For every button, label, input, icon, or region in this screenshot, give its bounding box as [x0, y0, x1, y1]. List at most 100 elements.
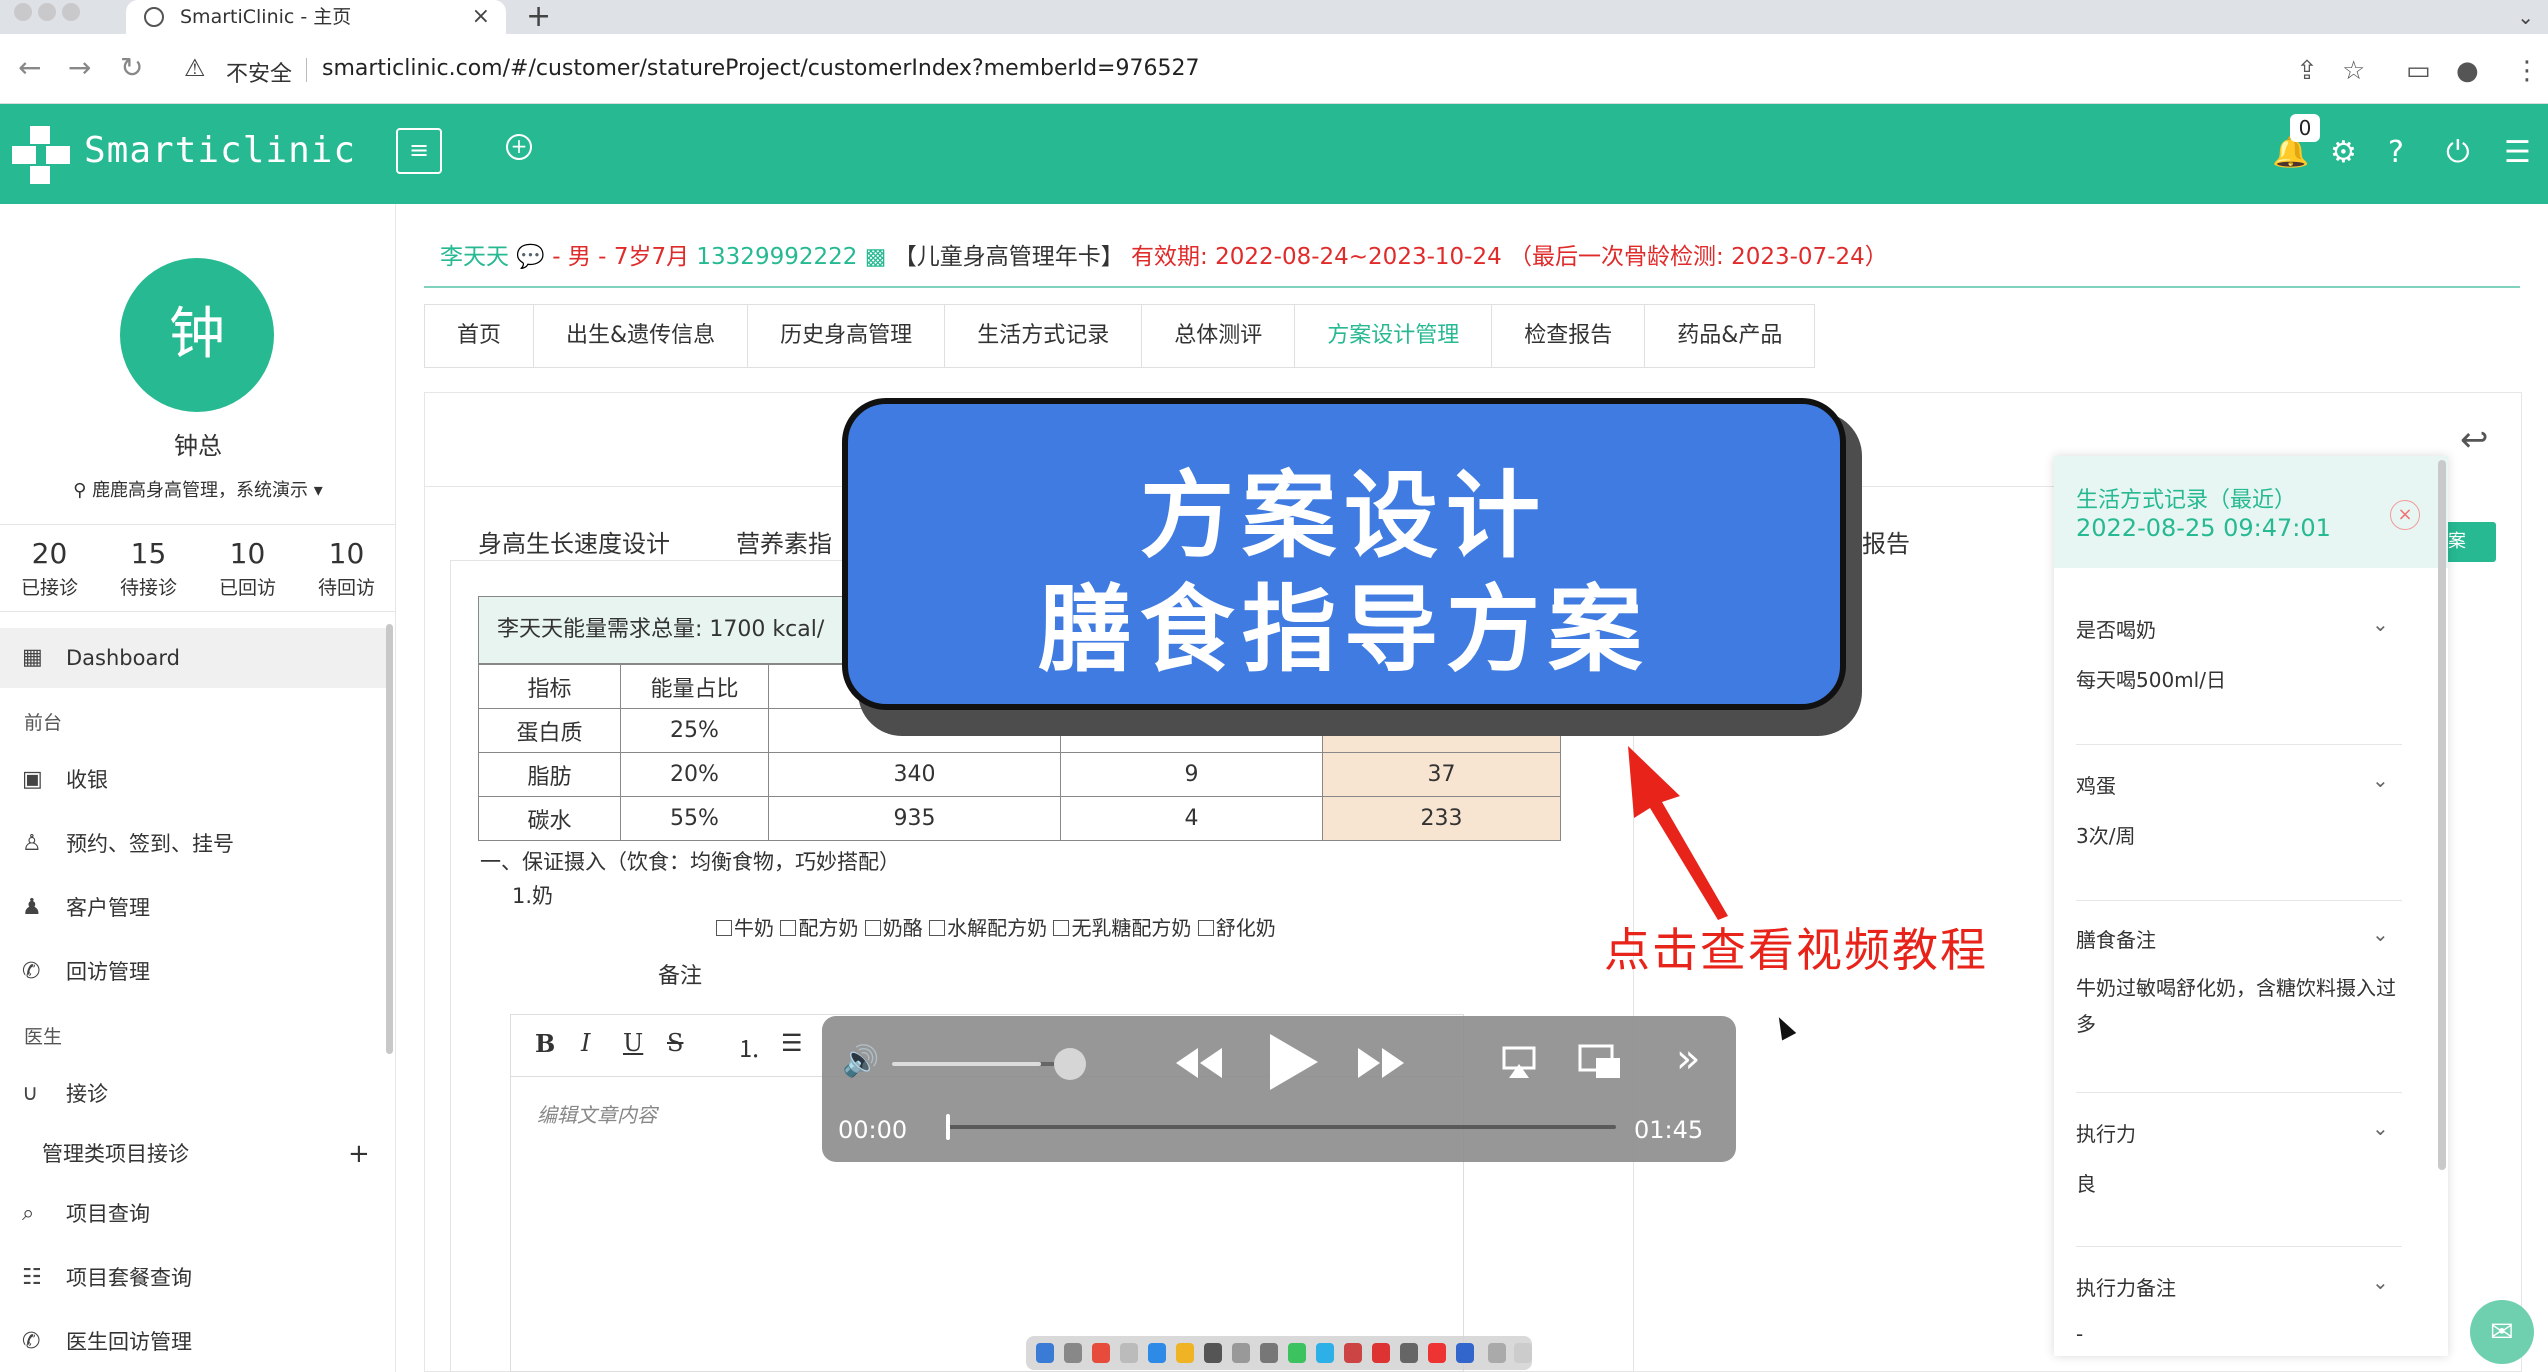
app-icon[interactable] [1232, 1343, 1250, 1363]
lifestyle-section-label[interactable]: 鸡蛋 [2076, 770, 2116, 799]
sidebar-item-project-reception[interactable]: 管理类项目接诊 + [0, 1124, 386, 1184]
wps-icon[interactable] [1372, 1343, 1390, 1363]
editor-placeholder[interactable]: 编辑文章内容 [537, 1099, 657, 1128]
progress-bar[interactable] [946, 1125, 1616, 1129]
chat-icon[interactable]: 💬 [516, 244, 552, 270]
subtab-report[interactable]: 报告 [1862, 524, 1910, 559]
chevron-down-icon[interactable]: ⌄ [2372, 1270, 2389, 1294]
chat-bubble-icon[interactable]: ✉ [2470, 1300, 2534, 1364]
add-circle-icon[interactable]: + [506, 134, 532, 160]
sidebar-item-customer[interactable]: ♟ 客户管理 [0, 878, 386, 938]
reload-icon[interactable]: ↻ [120, 48, 143, 88]
menu-toggle-icon[interactable]: ≡ [396, 128, 442, 174]
browser-tab[interactable]: SmartiClinic - 主页 × [126, 0, 506, 34]
reply-back-icon[interactable]: ↩ [2460, 420, 2489, 460]
sidebar-item-package-query[interactable]: ☷ 项目套餐查询 [0, 1248, 386, 1308]
sidebar-item-followup[interactable]: ✆ 回访管理 [0, 942, 386, 1002]
qrcode-icon[interactable]: ▩ [865, 244, 894, 270]
help-icon[interactable]: ? [2388, 136, 2404, 170]
tab-close-button[interactable]: × [472, 0, 490, 34]
tab-birth-genetics[interactable]: 出生&遗传信息 [534, 304, 749, 368]
window-minimize-dot[interactable] [38, 3, 56, 21]
app-icon[interactable] [1316, 1343, 1334, 1363]
address-bar[interactable]: ⚠ 不安全 smarticlinic.com/#/customer/statur… [170, 44, 2390, 96]
lifestyle-section-label[interactable]: 执行力 [2076, 1118, 2136, 1147]
video-tutorial-caption[interactable]: 点击查看视频教程 [1604, 914, 1988, 980]
bold-button[interactable]: B [535, 1029, 555, 1058]
volume-icon[interactable]: 🔊 [842, 1044, 879, 1079]
app-icon[interactable] [1260, 1343, 1278, 1363]
sidebar-item-project-query[interactable]: ⌕ 项目查询 [0, 1184, 386, 1244]
more-chevron-icon[interactable]: » [1676, 1036, 1700, 1082]
forward-arrow-icon[interactable]: → [68, 48, 91, 88]
wechat-dock-icon[interactable] [1288, 1343, 1306, 1363]
checkbox[interactable] [1053, 920, 1070, 936]
volume-slider[interactable] [892, 1062, 1072, 1066]
tab-assessment[interactable]: 总体测评 [1142, 304, 1296, 368]
lifestyle-section-label[interactable]: 执行力备注 [2076, 1272, 2176, 1301]
profile-icon[interactable]: ● [2456, 56, 2479, 86]
milk-option[interactable]: 舒化奶 [1197, 916, 1276, 940]
picture-in-picture-icon[interactable] [1578, 1044, 1622, 1080]
share-icon[interactable]: ⇪ [2296, 56, 2318, 86]
italic-button[interactable]: I [581, 1029, 590, 1057]
ordered-list-icon[interactable]: ⒈ [737, 1029, 761, 1064]
fast-forward-icon[interactable] [1356, 1046, 1406, 1080]
chevron-down-icon[interactable]: ⌄ [2372, 922, 2389, 946]
tutorial-banner[interactable]: 方案设计 膳食指导方案 [842, 398, 1846, 710]
checkbox[interactable] [780, 920, 797, 936]
app-icon[interactable] [1428, 1343, 1446, 1363]
checkbox[interactable] [864, 920, 881, 936]
volume-knob[interactable] [1054, 1048, 1086, 1080]
sidebar-item-doctor-followup[interactable]: ✆ 医生回访管理 [0, 1312, 386, 1372]
subtab-growth-speed[interactable]: 身高生长速度设计 [478, 524, 670, 559]
settings-gear-icon[interactable]: ⚙ [2330, 136, 2357, 170]
chevron-down-icon[interactable]: ⌄ [2372, 1116, 2389, 1140]
chevron-down-icon[interactable]: ⌄ [2372, 612, 2389, 636]
sidebar-item-reception[interactable]: ∪ 接诊 [0, 1064, 386, 1124]
app-icon[interactable] [1204, 1343, 1222, 1363]
sidebar-item-appointment[interactable]: ♙ 预约、签到、挂号 [0, 814, 386, 874]
milk-option[interactable]: 无乳糖配方奶 [1053, 916, 1191, 940]
back-arrow-icon[interactable]: ← [18, 48, 41, 88]
url-text[interactable]: smarticlinic.com/#/customer/statureProje… [322, 56, 1199, 81]
app-icon[interactable] [1456, 1343, 1474, 1363]
sidebar-scrollbar[interactable] [386, 624, 393, 1054]
progress-handle[interactable] [946, 1114, 950, 1140]
avatar[interactable]: 钟 [120, 258, 274, 412]
subtab-nutrition[interactable]: 营养素指 [736, 524, 832, 559]
lifestyle-section-label[interactable]: 是否喝奶 [2076, 614, 2156, 643]
tab-search-chevron-icon[interactable]: ⌄ [2517, 0, 2534, 34]
bullet-list-icon[interactable]: ☰ [781, 1029, 803, 1057]
checkbox[interactable] [929, 920, 946, 936]
bookmark-star-icon[interactable]: ☆ [2342, 56, 2365, 86]
trash-icon[interactable] [1514, 1343, 1532, 1363]
chevron-down-icon[interactable]: ⌄ [2372, 768, 2389, 792]
milk-option[interactable]: 牛奶 [716, 916, 774, 940]
tab-medicine-products[interactable]: 药品&产品 [1645, 304, 1816, 368]
power-icon[interactable]: ⏻ [2446, 136, 2470, 170]
new-tab-button[interactable]: + [526, 0, 551, 34]
window-zoom-dot[interactable] [62, 3, 80, 21]
safari-icon[interactable] [1148, 1343, 1166, 1363]
tab-lifestyle[interactable]: 生活方式记录 [945, 304, 1143, 368]
close-icon[interactable]: × [2390, 500, 2420, 530]
app-icon[interactable] [1400, 1343, 1418, 1363]
list-menu-icon[interactable]: ☰ [2504, 136, 2531, 170]
stat-waiting[interactable]: 15 待接诊 [99, 539, 198, 600]
browser-menu-icon[interactable]: ⋮ [2514, 56, 2540, 86]
notes-icon[interactable] [1120, 1343, 1138, 1363]
plan-action-button[interactable]: 案 [2440, 522, 2496, 562]
sidebar-item-cashier[interactable]: ▣ 收银 [0, 750, 386, 810]
tab-height-history[interactable]: 历史身高管理 [748, 304, 946, 368]
play-icon[interactable] [1266, 1032, 1320, 1092]
tab-plan-design[interactable]: 方案设计管理 [1295, 304, 1493, 368]
lifestyle-section-label[interactable]: 膳食备注 [2076, 924, 2156, 953]
calendar-icon[interactable] [1092, 1343, 1110, 1363]
strikethrough-button[interactable]: S [667, 1029, 683, 1057]
app-icon[interactable] [1344, 1343, 1362, 1363]
window-close-dot[interactable] [14, 3, 32, 21]
checkbox[interactable] [716, 920, 732, 936]
sidebar-panel-icon[interactable]: ▭ [2406, 56, 2431, 86]
milk-option[interactable]: 水解配方奶 [929, 916, 1047, 940]
